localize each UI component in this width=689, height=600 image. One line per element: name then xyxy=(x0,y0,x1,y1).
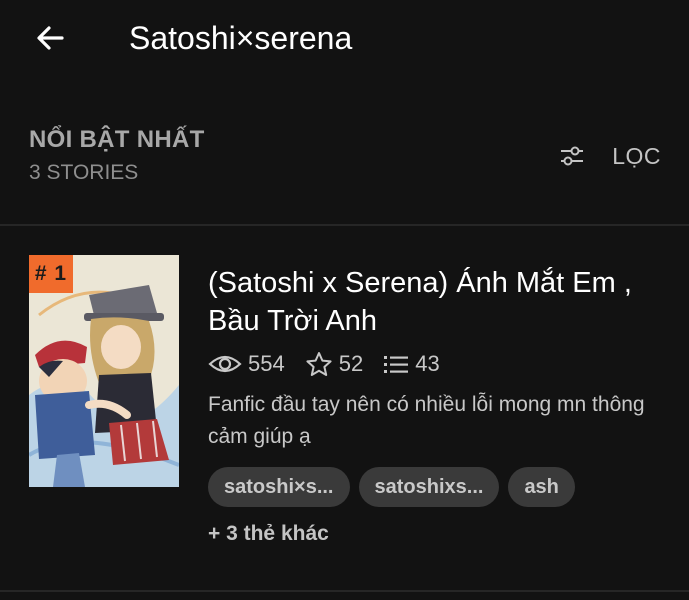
more-tags-link[interactable]: + 3 thẻ khác xyxy=(208,522,329,546)
app-bar: Satoshi×serena xyxy=(0,0,689,78)
story-stats: 554 52 43 xyxy=(208,347,460,381)
tag-chip[interactable]: satoshi×s... xyxy=(208,467,350,507)
star-icon xyxy=(306,352,332,376)
sliders-icon xyxy=(561,146,584,166)
tag-chip[interactable]: satoshixs... xyxy=(358,467,500,507)
story-description: Fanfic đầu tay nên có nhiều lỗi mong mn … xyxy=(208,393,645,448)
filter-button[interactable]: LỌC xyxy=(559,138,661,174)
parts-count: 43 xyxy=(415,351,440,376)
rank-badge: # 1 xyxy=(29,255,73,293)
page-title: Satoshi×serena xyxy=(129,20,353,56)
eye-icon xyxy=(208,355,242,373)
arrow-left-icon xyxy=(37,26,64,50)
tag-chip[interactable]: ash xyxy=(508,467,575,507)
divider xyxy=(0,590,689,592)
votes-count: 52 xyxy=(338,351,364,376)
section-header: NỔI BẬT NHẤT 3 STORIES LỌC xyxy=(0,118,689,198)
story-count: 3 STORIES xyxy=(29,161,139,184)
back-button[interactable] xyxy=(30,18,70,58)
votes-stat: 52 xyxy=(305,351,363,377)
section-title: NỔI BẬT NHẤT xyxy=(29,126,205,153)
story-card[interactable]: # 1 (Satoshi x Serena) Ánh Mắt Em , Bầu … xyxy=(0,226,689,588)
reads-stat: 554 xyxy=(208,351,285,377)
list-icon xyxy=(384,356,409,373)
tag-list: satoshi×s... satoshixs... ash xyxy=(208,467,584,507)
reads-count: 554 xyxy=(248,351,285,376)
parts-stat: 43 xyxy=(383,351,440,377)
filter-label: LỌC xyxy=(612,142,661,169)
story-cover-image[interactable]: # 1 xyxy=(29,255,179,487)
story-title[interactable]: (Satoshi x Serena) Ánh Mắt Em , Bầu Trời… xyxy=(208,264,648,340)
